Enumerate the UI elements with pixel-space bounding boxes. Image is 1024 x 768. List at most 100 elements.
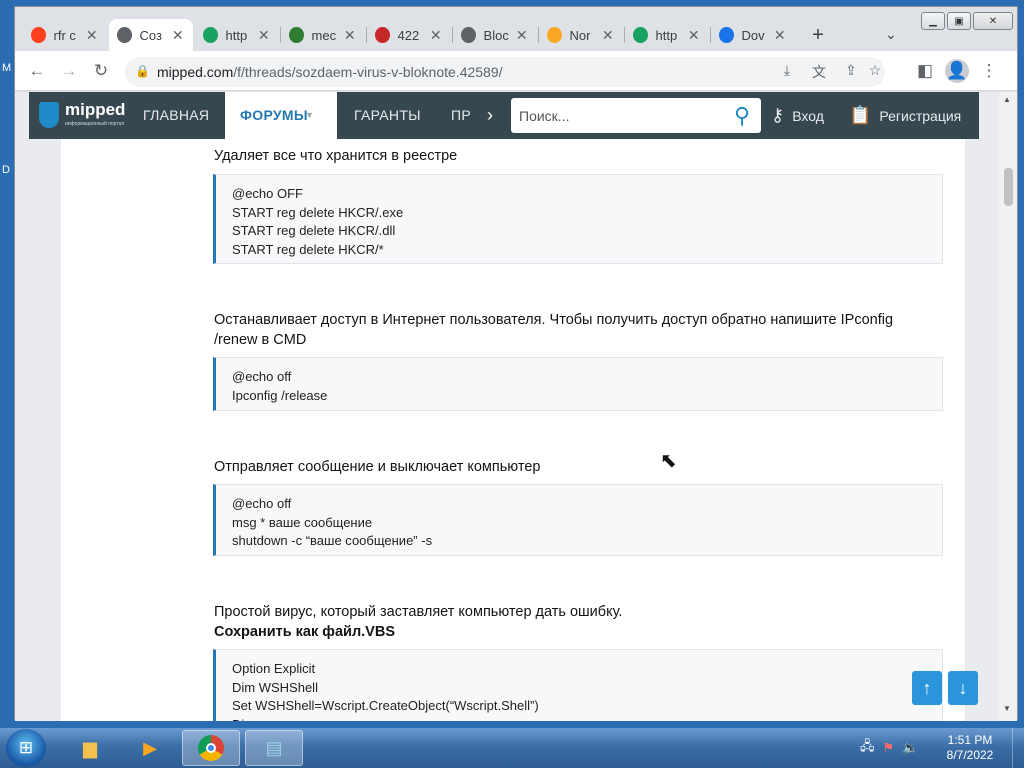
code-block: @echo off msg * ваше сообщение shutdown -c…	[213, 484, 943, 556]
tab-close-icon[interactable]: ✕	[514, 27, 529, 44]
install-icon[interactable]: ⤓	[777, 62, 797, 79]
nav-truncated-item[interactable]: ПР	[451, 92, 477, 139]
tab-close-icon[interactable]: ✕	[170, 27, 185, 44]
url-text[interactable]: mipped.com/f/threads/sozdaem-virus-v-blo…	[157, 64, 503, 80]
minimize-button[interactable]: ▁	[921, 12, 945, 30]
browser-tab[interactable]: http ✕	[625, 19, 709, 51]
tab-separator	[280, 27, 281, 43]
scroll-down-button[interactable]: ↓	[948, 671, 978, 705]
translate-icon[interactable]: 文	[809, 62, 829, 82]
desktop-icon-label-fragment: M	[2, 62, 12, 74]
search-box: ⚲	[511, 98, 761, 133]
browser-tab[interactable]: Nor ✕	[539, 19, 623, 51]
code-line: Option Explicit	[232, 661, 316, 676]
browser-tab[interactable]: Bloc ✕	[453, 19, 537, 51]
maximize-button[interactable]: ▣	[947, 12, 971, 30]
scroll-arrow-up-icon[interactable]: ▲	[1003, 95, 1011, 104]
media-player-icon: ▶	[143, 737, 157, 758]
share-icon[interactable]: ⇪	[841, 62, 861, 79]
browser-toolbar: ← → ↻ 🔒 mipped.com/f/threads/sozdaem-vir…	[15, 51, 1017, 91]
post-paragraph-bold: Сохранить как файл.VBS	[214, 624, 395, 640]
mipped-icon	[117, 27, 132, 43]
tab-close-icon[interactable]: ✕	[428, 27, 443, 44]
code-block: @echo OFF START reg delete HKCR/.exe START…	[213, 174, 943, 264]
reload-button[interactable]: ↻	[89, 59, 113, 83]
tab-close-icon[interactable]: ✕	[342, 27, 357, 44]
chevron-down-icon[interactable]: ▼	[305, 110, 314, 120]
tab-close-icon[interactable]: ✕	[256, 27, 271, 44]
post-paragraph: Останавливает доступ в Интернет пользова…	[214, 312, 894, 348]
tab-close-icon[interactable]: ✕	[686, 27, 701, 44]
tab-search-button[interactable]: ⌄	[885, 26, 897, 43]
volume-icon[interactable]: 🔈	[902, 740, 918, 756]
lock-icon[interactable]: 🔒	[135, 64, 150, 78]
tab-strip: rfr c ✕ Соз ✕ http ✕ mec ✕ 422 ✕ Bloc ✕ Nor ✕ http ✕ Dov…	[15, 7, 1017, 51]
search-input[interactable]	[511, 98, 721, 133]
globe-shield-icon	[633, 27, 648, 43]
folder-icon: ▆	[83, 737, 97, 758]
start-button[interactable]: ⊞	[6, 729, 46, 767]
browser-tab[interactable]: mec ✕	[281, 19, 365, 51]
clock[interactable]: 1:51 PM 8/7/2022	[940, 733, 1000, 763]
login-link[interactable]: ⚷ Вход	[771, 92, 824, 139]
browser-tab[interactable]: http ✕	[195, 19, 279, 51]
globe-shield-icon	[203, 27, 218, 43]
nav-home[interactable]: ГЛАВНАЯ	[143, 92, 209, 139]
network-icon[interactable]: 🖧	[860, 737, 875, 759]
taskbar-chrome[interactable]	[182, 730, 240, 766]
taskbar-explorer[interactable]: ▆	[61, 730, 119, 766]
taskbar-notepad[interactable]: ▤	[245, 730, 303, 766]
clock-date: 8/7/2022	[946, 748, 994, 762]
tab-title: http	[225, 27, 248, 43]
action-center-flag-icon[interactable]: ⚑	[883, 740, 895, 756]
forward-button[interactable]: →	[57, 59, 81, 83]
taskbar-media-player[interactable]: ▶	[121, 730, 179, 766]
nav-forums[interactable]: ФОРУМЫ	[225, 92, 337, 139]
show-desktop-button[interactable]	[1012, 728, 1024, 768]
site-navbar: mipped информационный портал ГЛАВНАЯ ФОР…	[29, 92, 979, 139]
bookmark-star-icon[interactable]: ☆	[865, 62, 885, 79]
notepad-icon: ▤	[265, 737, 283, 758]
tab-close-icon[interactable]: ✕	[772, 27, 787, 44]
browser-tab[interactable]: 422 ✕	[367, 19, 451, 51]
clock-time: 1:51 PM	[947, 733, 993, 747]
close-button[interactable]: ✕	[973, 12, 1013, 30]
menu-kebab-icon[interactable]: ⋮	[977, 59, 1001, 83]
globe-icon	[461, 27, 476, 43]
nav-guarantors[interactable]: ГАРАНТЫ	[354, 92, 421, 139]
tab-close-icon[interactable]: ✕	[84, 27, 99, 44]
browser-tab[interactable]: Соз ✕	[109, 19, 193, 51]
search-icon[interactable]: ⚲	[729, 103, 755, 129]
new-tab-button[interactable]: +	[807, 24, 829, 46]
code-line: @echo OFF	[232, 186, 303, 201]
nav-scroll-right-icon[interactable]: ›	[487, 92, 493, 139]
code-line: msg * ваше сообщение	[232, 514, 373, 530]
address-bar[interactable]: 🔒 mipped.com/f/threads/sozdaem-virus-v-b…	[125, 57, 885, 87]
page-scrollbar[interactable]: ▲ ▼	[999, 92, 1017, 721]
logo-subtitle: информационный портал	[65, 121, 125, 127]
nav-forums-label: ФОРУМЫ	[240, 107, 308, 123]
side-panel-icon[interactable]: ◧	[913, 59, 937, 83]
clipboard-icon: 📋	[849, 105, 872, 125]
register-label: Регистрация	[879, 107, 962, 124]
tab-title: Dov	[741, 27, 765, 43]
tab-title: Nor	[569, 27, 591, 43]
scroll-arrow-down-icon[interactable]: ▼	[1003, 704, 1011, 713]
back-button[interactable]: ←	[25, 59, 49, 83]
arrow-logo-icon	[289, 27, 304, 43]
scroll-up-button[interactable]: ↑	[912, 671, 942, 705]
tab-separator	[710, 27, 711, 43]
profile-avatar[interactable]: 👤	[945, 59, 969, 83]
register-link[interactable]: 📋 Регистрация	[849, 92, 961, 139]
tab-close-icon[interactable]: ✕	[600, 27, 615, 44]
site-logo[interactable]: mipped информационный портал	[39, 100, 129, 132]
scrollbar-thumb[interactable]	[1004, 168, 1013, 206]
taskbar: ⊞ ▆ ▶ ▤ 🖧 ⚑ 🔈 1:51 PM 8/7/2022	[0, 728, 1024, 768]
chrome-icon	[198, 735, 224, 761]
browser-tab[interactable]: Dov ✕	[711, 19, 795, 51]
browser-tab[interactable]: rfr c ✕	[23, 19, 107, 51]
puzzle-icon	[375, 27, 390, 43]
shield-logo-icon	[39, 102, 59, 128]
tab-separator	[624, 27, 625, 43]
code-line: START reg delete HKCR/.dll	[232, 223, 396, 238]
